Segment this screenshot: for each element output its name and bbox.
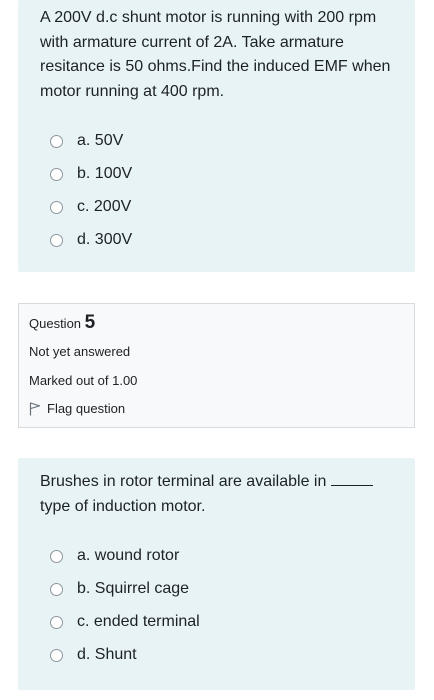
- flag-outline-icon: [29, 401, 41, 415]
- q4-option-a[interactable]: a. 50V: [50, 130, 123, 152]
- question-number: Question 5: [29, 312, 95, 334]
- q4-option-b[interactable]: b. 100V: [50, 163, 132, 185]
- question-5-text-after: type of induction motor.: [40, 497, 206, 515]
- q4-option-b-label: b. 100V: [77, 165, 133, 182]
- q5-option-c-label: c. ended terminal: [77, 613, 200, 630]
- question-4-text: A 200V d.c shunt motor is running with 2…: [40, 9, 391, 100]
- radio-unselected-icon[interactable]: [50, 134, 63, 148]
- question-marks: Marked out of 1.00: [29, 373, 138, 388]
- question-5-content: Brushes in rotor terminal are available …: [18, 458, 415, 690]
- radio-unselected-icon[interactable]: [50, 648, 63, 662]
- radio-unselected-icon[interactable]: [50, 167, 63, 181]
- q5-option-b[interactable]: b. Squirrel cage: [50, 578, 189, 600]
- radio-unselected-icon[interactable]: [50, 233, 63, 247]
- radio-unselected-icon[interactable]: [50, 549, 63, 563]
- flag-question-link[interactable]: Flag question: [29, 401, 125, 416]
- radio-unselected-icon[interactable]: [50, 200, 63, 214]
- radio-unselected-icon[interactable]: [50, 615, 63, 629]
- question-5-text-before: Brushes in rotor terminal are available …: [40, 473, 327, 490]
- q5-option-d-label: d. Shunt: [77, 646, 137, 663]
- q4-option-d-label: d. 300V: [77, 231, 133, 248]
- q4-option-c[interactable]: c. 200V: [50, 196, 131, 218]
- question-label: Question: [29, 316, 82, 331]
- question-4-content: A 200V d.c shunt motor is running with 2…: [18, 0, 415, 272]
- q5-option-c[interactable]: c. ended terminal: [50, 611, 200, 633]
- question-5-text: Brushes in rotor terminal are available …: [40, 470, 397, 519]
- q5-option-a[interactable]: a. wound rotor: [50, 545, 179, 567]
- q4-option-a-label: a. 50V: [77, 132, 124, 149]
- q5-option-a-label: a. wound rotor: [77, 547, 180, 564]
- q5-option-d[interactable]: d. Shunt: [50, 644, 137, 666]
- q5-option-b-label: b. Squirrel cage: [77, 580, 190, 597]
- radio-unselected-icon[interactable]: [50, 582, 63, 596]
- flag-question-label: Flag question: [47, 401, 126, 416]
- question-5-info: Question 5 Not yet answered Marked out o…: [18, 303, 415, 428]
- q4-option-c-label: c. 200V: [77, 198, 132, 215]
- question-number-value: 5: [84, 312, 96, 333]
- question-status: Not yet answered: [29, 344, 131, 359]
- answer-blank: [331, 471, 374, 486]
- q4-option-d[interactable]: d. 300V: [50, 229, 132, 251]
